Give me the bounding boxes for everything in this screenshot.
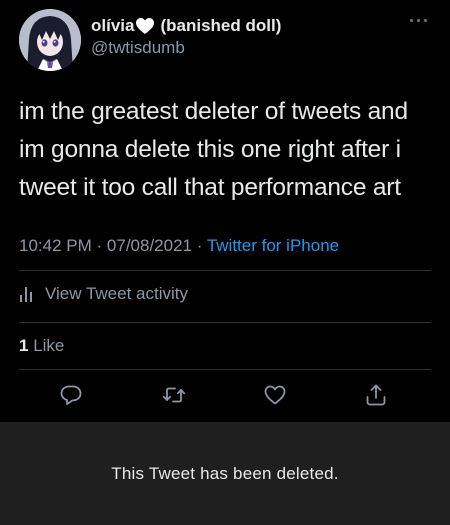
author-names: olívia (banished doll) @twtisdumb: [91, 15, 401, 59]
avatar[interactable]: [19, 9, 81, 71]
likes-count-link[interactable]: 1 Like: [19, 336, 64, 356]
white-heart-icon: [135, 17, 155, 35]
display-name[interactable]: olívia (banished doll): [91, 15, 401, 37]
meta-separator: ·: [96, 236, 103, 255]
share-icon[interactable]: [364, 383, 388, 407]
analytics-icon: [19, 285, 35, 303]
tweet-actions-bar: [0, 383, 450, 409]
display-name-suffix: (banished doll): [160, 16, 282, 35]
handle[interactable]: @twtisdumb: [91, 37, 401, 59]
view-tweet-activity-button[interactable]: View Tweet activity: [19, 284, 188, 304]
tweet-source-link[interactable]: Twitter for iPhone: [207, 236, 339, 255]
divider: [19, 322, 431, 323]
tweet-deleted-banner: This Tweet has been deleted.: [0, 422, 450, 525]
more-options-icon[interactable]: [410, 16, 428, 26]
heart-icon[interactable]: [263, 383, 287, 407]
like-count: 1: [19, 336, 29, 355]
display-name-text: olívia: [91, 16, 135, 35]
divider: [19, 369, 431, 370]
retweet-icon[interactable]: [162, 383, 186, 407]
reply-icon[interactable]: [59, 383, 83, 407]
tweet-time[interactable]: 10:42 PM: [19, 236, 92, 255]
tweet-text: im the greatest deleter of tweets and im…: [19, 98, 408, 201]
tweet-detail: olívia (banished doll) @twtisdumb im the…: [0, 0, 450, 422]
view-tweet-activity-label: View Tweet activity: [45, 284, 188, 303]
like-count-label: Like: [33, 336, 65, 355]
meta-separator: ·: [196, 236, 203, 255]
divider: [19, 270, 431, 271]
tweet-date[interactable]: 07/08/2021: [107, 236, 192, 255]
tweet-deleted-message: This Tweet has been deleted.: [111, 463, 339, 483]
tweet-metadata: 10:42 PM · 07/08/2021 · Twitter for iPho…: [19, 235, 339, 257]
